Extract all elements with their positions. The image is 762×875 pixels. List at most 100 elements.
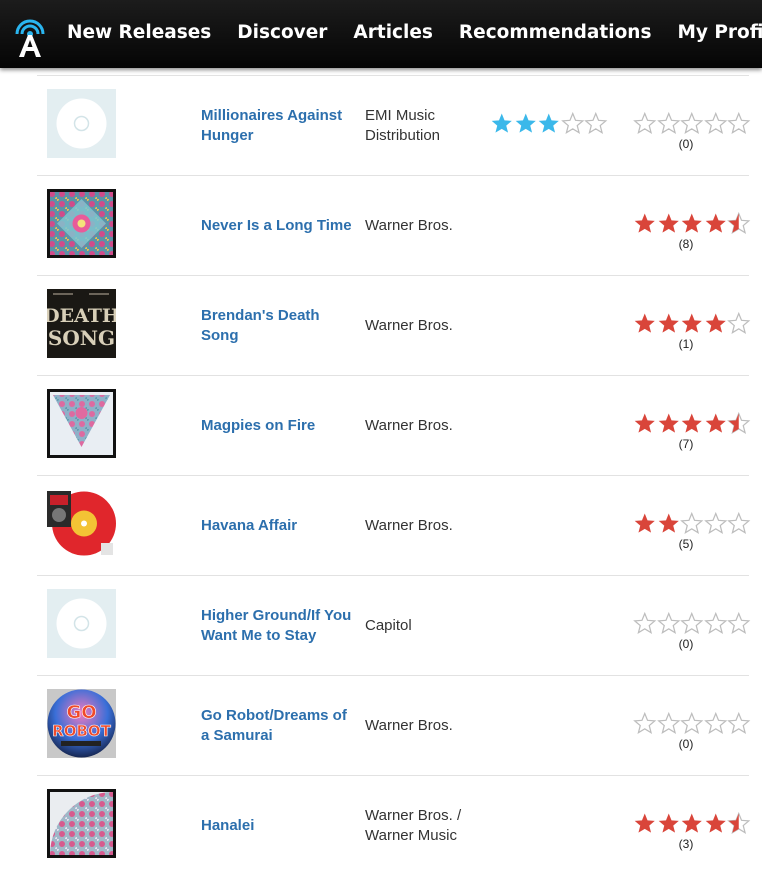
star-empty-icon[interactable]	[703, 612, 728, 634]
star-empty-icon[interactable]	[703, 512, 728, 534]
critic-rating[interactable]	[490, 112, 608, 134]
user-rating[interactable]: (3)	[633, 812, 751, 851]
star-empty-icon[interactable]	[727, 312, 751, 334]
release-title[interactable]: Brendan's Death Song	[201, 306, 356, 346]
release-title[interactable]: Havana Affair	[201, 516, 356, 536]
nav-discover[interactable]: Discover	[228, 12, 336, 57]
record-label: Warner Bros.	[365, 516, 453, 534]
star-full-icon[interactable]	[704, 212, 728, 234]
user-rating-count: (8)	[678, 237, 694, 251]
blank-disc-placeholder	[47, 89, 116, 158]
release-title[interactable]: Magpies on Fire	[201, 416, 356, 436]
record-label: Warner Bros.	[365, 416, 453, 434]
nav-menu: New Releases Discover Articles Recommendati…	[58, 0, 762, 68]
star-empty-icon[interactable]	[633, 712, 657, 734]
star-full-icon[interactable]	[514, 112, 538, 134]
release-list: Millionaires Against Hunger EMI Music Di…	[37, 75, 751, 875]
album-cover[interactable]	[47, 489, 116, 558]
user-rating-stars[interactable]	[633, 212, 751, 234]
release-row: Millionaires Against Hunger EMI Music Di…	[37, 75, 751, 175]
star-full-icon[interactable]	[633, 812, 657, 834]
release-title[interactable]: Never Is a Long Time	[201, 216, 356, 236]
user-rating-count: (7)	[678, 437, 694, 451]
album-cover[interactable]: DEATH SONG	[47, 289, 116, 358]
star-empty-icon[interactable]	[680, 512, 704, 534]
user-rating-stars[interactable]	[633, 312, 751, 334]
record-label: Warner Bros. / Warner Music	[365, 806, 462, 844]
star-empty-icon[interactable]	[703, 712, 728, 734]
star-full-icon[interactable]	[657, 312, 681, 334]
user-rating-stars[interactable]	[633, 812, 751, 834]
user-rating-count: (0)	[678, 737, 694, 751]
star-empty-icon[interactable]	[727, 112, 751, 134]
star-empty-icon[interactable]	[584, 112, 608, 134]
user-rating-stars[interactable]	[633, 412, 751, 434]
user-rating[interactable]: (0)	[633, 712, 751, 751]
star-half-icon[interactable]	[727, 812, 751, 834]
user-rating-stars[interactable]	[633, 712, 751, 734]
nav-recommendations[interactable]: Recommendations	[450, 12, 661, 57]
star-empty-icon[interactable]	[703, 112, 728, 134]
star-empty-icon[interactable]	[727, 512, 751, 534]
star-empty-icon[interactable]	[633, 612, 657, 634]
user-rating[interactable]: (7)	[633, 412, 751, 451]
star-empty-icon[interactable]	[560, 112, 585, 134]
nav-articles[interactable]: Articles	[344, 12, 442, 57]
star-empty-icon[interactable]	[727, 612, 751, 634]
star-empty-icon[interactable]	[680, 112, 704, 134]
album-cover[interactable]	[47, 389, 116, 458]
star-empty-icon[interactable]	[680, 612, 704, 634]
release-row: GO ROBOT Go Robot/Dreams of a Samurai War…	[37, 675, 751, 775]
album-cover[interactable]	[47, 589, 116, 658]
star-full-icon[interactable]	[633, 512, 657, 534]
star-empty-icon[interactable]	[680, 712, 704, 734]
psychedelic-mandala-art	[47, 189, 116, 258]
star-empty-icon[interactable]	[656, 712, 681, 734]
release-title[interactable]: Higher Ground/If You Want Me to Stay	[201, 606, 356, 646]
star-empty-icon[interactable]	[727, 712, 751, 734]
user-rating[interactable]: (0)	[633, 112, 751, 151]
album-cover[interactable]	[47, 189, 116, 258]
user-rating-stars[interactable]	[633, 112, 751, 134]
release-title[interactable]: Go Robot/Dreams of a Samurai	[201, 706, 356, 746]
star-full-icon[interactable]	[704, 812, 728, 834]
album-cover[interactable]	[47, 789, 116, 858]
star-full-icon[interactable]	[657, 212, 681, 234]
star-empty-icon[interactable]	[656, 112, 681, 134]
star-full-icon[interactable]	[657, 412, 681, 434]
user-rating[interactable]: (8)	[633, 212, 751, 251]
star-full-icon[interactable]	[680, 312, 704, 334]
star-half-icon[interactable]	[727, 212, 751, 234]
user-rating-count: (1)	[678, 337, 694, 351]
star-full-icon[interactable]	[633, 212, 657, 234]
user-rating[interactable]: (1)	[633, 312, 751, 351]
release-title[interactable]: Millionaires Against Hunger	[201, 106, 356, 146]
star-full-icon[interactable]	[657, 812, 681, 834]
record-label: Warner Bros.	[365, 716, 453, 734]
star-full-icon[interactable]	[537, 112, 561, 134]
star-full-icon[interactable]	[680, 812, 704, 834]
star-full-icon[interactable]	[633, 312, 657, 334]
star-full-icon[interactable]	[704, 312, 728, 334]
antenna-a-logo[interactable]	[12, 14, 48, 58]
release-title[interactable]: Hanalei	[201, 816, 356, 836]
star-full-icon[interactable]	[704, 412, 728, 434]
album-cover[interactable]: GO ROBOT	[47, 689, 116, 758]
star-full-icon[interactable]	[657, 512, 681, 534]
user-rating[interactable]: (5)	[633, 512, 751, 551]
album-cover[interactable]	[47, 89, 116, 158]
user-rating-stars[interactable]	[633, 512, 751, 534]
user-rating-count: (5)	[678, 537, 694, 551]
star-full-icon[interactable]	[680, 212, 704, 234]
psychedelic-triangle-art	[47, 389, 116, 458]
nav-new-releases[interactable]: New Releases	[58, 12, 220, 57]
user-rating[interactable]: (0)	[633, 612, 751, 651]
user-rating-stars[interactable]	[633, 612, 751, 634]
star-half-icon[interactable]	[727, 412, 751, 434]
star-full-icon[interactable]	[490, 112, 514, 134]
nav-my-profile[interactable]: My Profile	[668, 12, 762, 57]
star-full-icon[interactable]	[680, 412, 704, 434]
star-full-icon[interactable]	[633, 412, 657, 434]
star-empty-icon[interactable]	[656, 612, 681, 634]
star-empty-icon[interactable]	[633, 112, 657, 134]
